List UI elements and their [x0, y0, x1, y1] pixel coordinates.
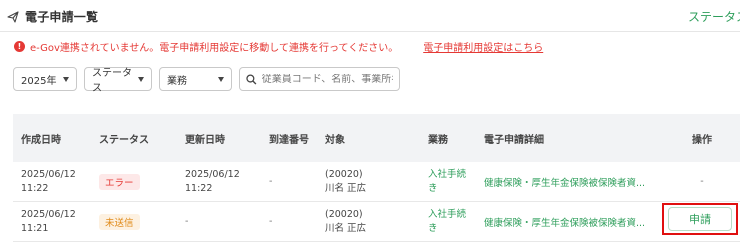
detail-link[interactable]: 健康保険・厚生年金保険被保険者資...: [480, 175, 664, 189]
target-cell: (20020) 川名 正広: [325, 208, 424, 236]
filter-bar: 2025年 ステータス 業務: [13, 67, 400, 94]
year-select[interactable]: 2025年: [13, 67, 77, 91]
status-cell: 未送信: [91, 213, 173, 230]
business-line1: 入社手続: [428, 208, 467, 220]
business-cell[interactable]: 入社手続 き: [424, 168, 480, 196]
business-select-value: 業務: [167, 75, 187, 87]
business-line1: 入社手続: [428, 168, 467, 180]
status-cell: エラー: [91, 173, 173, 190]
col-header-created: 作成日時: [21, 134, 61, 146]
created-cell: 2025/06/12 11:21: [13, 208, 91, 236]
action-cell: -: [700, 176, 704, 187]
title-group: 電子申請一覧: [7, 8, 98, 25]
detail-link[interactable]: 健康保険・厚生年金保険被保険者資...: [480, 215, 664, 229]
page-title: 電子申請一覧: [25, 10, 99, 24]
table-row[interactable]: 2025/06/12 11:22 エラー 2025/06/12 11:22 - …: [13, 162, 740, 202]
settings-link[interactable]: 電子申請利用設定はこちら: [423, 39, 543, 54]
created-date: 2025/06/12: [21, 208, 76, 220]
col-header-updated: 更新日時: [185, 134, 225, 146]
business-select[interactable]: 業務: [159, 67, 232, 91]
year-select-value: 2025年: [21, 75, 57, 87]
business-line2: き: [428, 182, 438, 194]
applications-table: 作成日時 ステータス 更新日時 到達番号 対象 業務 電子申請詳細 操作 202…: [13, 114, 740, 242]
created-time: 11:21: [21, 222, 49, 234]
table-row[interactable]: 2025/06/12 11:21 未送信 - - (20020) 川名 正広 入…: [13, 202, 740, 242]
business-cell[interactable]: 入社手続 き: [424, 208, 480, 236]
apply-button[interactable]: 申請: [668, 207, 732, 231]
status-tab-link[interactable]: ステータス: [688, 8, 740, 25]
status-badge: エラー: [99, 173, 140, 190]
search-input[interactable]: [261, 73, 393, 85]
col-header-business: 業務: [428, 134, 448, 146]
created-cell: 2025/06/12 11:22: [13, 168, 91, 196]
status-select-value: ステータス: [92, 68, 132, 94]
egov-warning-alert: ! e-Gov連携されていません。電子申請利用設定に移動して連携を行ってください…: [14, 39, 543, 54]
target-code: (20020): [325, 208, 363, 220]
target-name: 川名 正広: [325, 182, 367, 194]
updated-cell: -: [185, 216, 189, 227]
apply-button-highlight: 申請: [662, 203, 738, 235]
page-header: 電子申請一覧 ステータス: [0, 0, 740, 32]
arrival-no-cell: -: [269, 216, 273, 227]
target-name: 川名 正広: [325, 222, 367, 234]
alert-message: e-Gov連携されていません。電子申請利用設定に移動して連携を行ってください。: [30, 43, 399, 54]
status-badge: 未送信: [99, 213, 140, 230]
target-cell: (20020) 川名 正広: [325, 168, 424, 196]
created-date: 2025/06/12: [21, 168, 76, 180]
header-divider: [0, 31, 740, 32]
send-icon: [7, 10, 19, 23]
col-header-arrival-no: 到達番号: [269, 134, 309, 146]
table-header: 作成日時 ステータス 更新日時 到達番号 対象 業務 電子申請詳細 操作: [13, 114, 740, 162]
caret-down-icon: [138, 76, 144, 82]
created-time: 11:22: [21, 182, 49, 194]
col-header-status: ステータス: [99, 134, 149, 146]
business-line2: き: [428, 222, 438, 234]
caret-down-icon: [218, 76, 224, 82]
updated-date: 2025/06/12: [185, 168, 240, 180]
updated-time: 11:22: [185, 182, 213, 194]
col-header-action: 操作: [692, 134, 712, 146]
search-icon: [246, 73, 257, 85]
updated-cell: 2025/06/12 11:22: [173, 168, 259, 196]
col-header-target: 対象: [325, 134, 345, 146]
search-box[interactable]: [239, 67, 400, 91]
status-select[interactable]: ステータス: [84, 67, 152, 94]
target-code: (20020): [325, 168, 363, 180]
col-header-detail: 電子申請詳細: [484, 134, 544, 146]
arrival-no-cell: -: [269, 176, 273, 187]
exclamation-icon: !: [14, 41, 25, 52]
caret-down-icon: [63, 76, 69, 82]
